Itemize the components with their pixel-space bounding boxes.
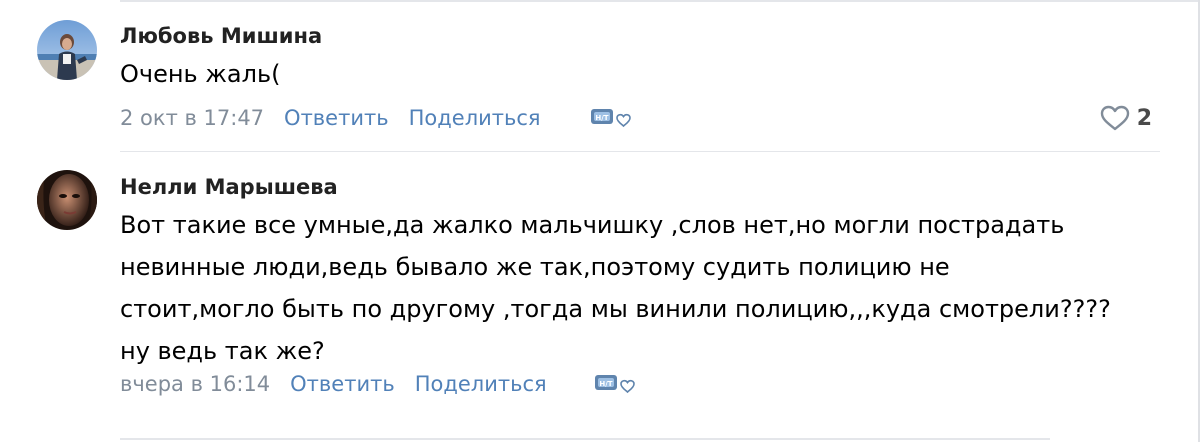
comment-meta: вчера в 16:14 Ответить Поделиться Н/Т xyxy=(120,369,643,399)
comment-timestamp[interactable]: вчера в 16:14 xyxy=(120,372,270,396)
sticker-heart-icon[interactable]: Н/Т xyxy=(591,369,643,399)
like-button[interactable]: 2 xyxy=(1099,104,1152,132)
comments-section: Любовь Мишина Очень жаль( 2 окт в 17:47 … xyxy=(0,0,1200,442)
comment-author[interactable]: Любовь Мишина xyxy=(120,24,322,48)
comment: Нелли Марышева Вот такие все умные,да жа… xyxy=(0,152,1200,438)
avatar[interactable] xyxy=(37,20,97,80)
sticker-heart-icon[interactable]: Н/Т xyxy=(587,103,639,133)
reply-button[interactable]: Ответить xyxy=(290,372,395,396)
comment-text: Вот такие все умные,да жалко мальчишку ,… xyxy=(120,204,1160,372)
comment-text: Очень жаль( xyxy=(120,53,1160,95)
svg-text:Н/Т: Н/Т xyxy=(599,380,612,388)
comment-timestamp[interactable]: 2 окт в 17:47 xyxy=(120,106,264,130)
comment: Любовь Мишина Очень жаль( 2 окт в 17:47 … xyxy=(0,0,1200,150)
comment-meta: 2 окт в 17:47 Ответить Поделиться Н/Т xyxy=(120,103,639,133)
comment-text-line: ну ведь так же? xyxy=(120,337,325,365)
share-button[interactable]: Поделиться xyxy=(409,106,541,130)
comment-divider xyxy=(120,438,1050,440)
reply-button[interactable]: Ответить xyxy=(284,106,389,130)
comment-text-line: стоит,могло быть по другому ,тогда мы ви… xyxy=(120,295,1111,323)
comment-text-line: невинные люди,ведь бывало же так,поэтому… xyxy=(120,253,950,281)
share-button[interactable]: Поделиться xyxy=(415,372,547,396)
like-count: 2 xyxy=(1136,105,1152,131)
comment-author[interactable]: Нелли Марышева xyxy=(120,175,338,199)
svg-text:Н/Т: Н/Т xyxy=(595,114,608,122)
comment-text-line: Вот такие все умные,да жалко мальчишку ,… xyxy=(120,211,1065,239)
heart-outline-icon xyxy=(1100,105,1129,131)
avatar[interactable] xyxy=(37,170,97,230)
comment-text-line: Очень жаль( xyxy=(120,60,281,88)
